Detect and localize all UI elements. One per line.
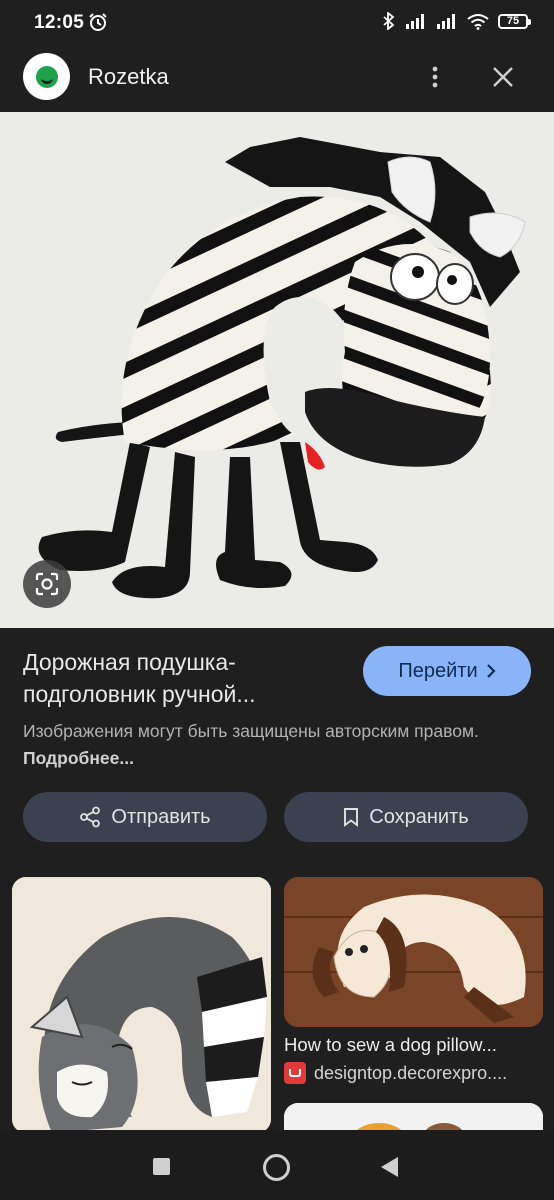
more-vert-icon: [432, 66, 438, 88]
google-lens-button[interactable]: [23, 560, 71, 608]
related-image-raccoon-pillow[interactable]: [12, 877, 271, 1133]
recent-apps-button[interactable]: [153, 1158, 170, 1175]
visit-button[interactable]: Перейти: [363, 646, 531, 696]
related-source-label: designtop.decorexpro....: [314, 1062, 508, 1083]
signal-icon-2: [437, 14, 455, 29]
chevron-right-icon: [486, 664, 496, 678]
copyright-notice: Изображения могут быть защищены авторски…: [23, 718, 493, 772]
learn-more-link[interactable]: Подробнее...: [23, 748, 134, 768]
rozetka-logo-icon: [35, 65, 58, 88]
copyright-text: Изображения могут быть защищены авторски…: [23, 721, 479, 741]
share-button-label: Отправить: [111, 805, 211, 828]
source-favicon-icon: [284, 1062, 306, 1084]
wifi-icon: [467, 13, 489, 30]
home-button[interactable]: [263, 1154, 290, 1181]
share-button[interactable]: Отправить: [23, 792, 267, 842]
back-button[interactable]: [381, 1157, 398, 1177]
alarm-icon: [89, 13, 107, 31]
share-icon: [80, 806, 101, 828]
result-title[interactable]: Дорожная подушка- подголовник ручной...: [23, 646, 343, 710]
bluetooth-icon: [383, 12, 395, 30]
status-icons: 75: [382, 12, 531, 30]
save-button-label: Сохранить: [369, 805, 469, 828]
close-icon: [493, 67, 513, 87]
status-time: 12:05: [34, 12, 85, 33]
zebra-pillow-image: [0, 112, 554, 628]
main-image[interactable]: [0, 112, 554, 628]
signal-icon: [406, 14, 424, 29]
related-title[interactable]: How to sew a dog pillow...: [284, 1034, 546, 1056]
lens-icon: [35, 572, 59, 596]
related-image-dog-pillow[interactable]: [284, 877, 543, 1027]
result-title-line2: подголовник ручной...: [23, 681, 256, 707]
raccoon-pillow-image: [12, 877, 271, 1133]
status-bar: 12:05 75: [0, 0, 554, 44]
app-bar: Rozetka: [0, 44, 554, 112]
bookmark-icon: [344, 808, 359, 827]
site-name: Rozetka: [88, 64, 169, 89]
system-nav-bar: [0, 1130, 554, 1200]
visit-button-label: Перейти: [398, 659, 478, 682]
site-logo: [23, 53, 70, 100]
related-source[interactable]: designtop.decorexpro....: [284, 1062, 546, 1084]
battery-icon: 75: [498, 13, 531, 29]
save-button[interactable]: Сохранить: [284, 792, 528, 842]
result-title-line1: Дорожная подушка-: [23, 649, 236, 675]
close-button[interactable]: [488, 62, 518, 92]
dog-pillow-image: [284, 877, 543, 1027]
more-options-button[interactable]: [422, 62, 448, 92]
